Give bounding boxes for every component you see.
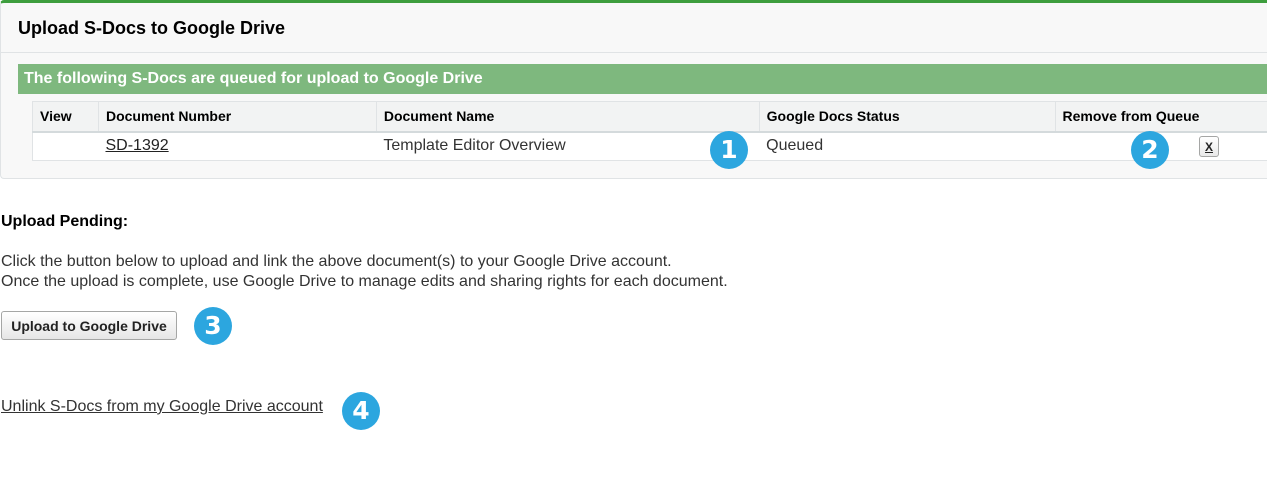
upload-pending-title: Upload Pending: bbox=[1, 213, 129, 230]
callout-badge-4: 4 bbox=[342, 392, 380, 430]
panel-header: Upload S-Docs to Google Drive bbox=[1, 3, 1267, 53]
column-header-view: View bbox=[32, 101, 99, 133]
instructions-line-1: Click the button below to upload and lin… bbox=[1, 253, 672, 270]
upload-instructions: Click the button below to upload and lin… bbox=[1, 252, 728, 292]
column-header-document-number: Document Number bbox=[97, 101, 377, 133]
table-row: SD-1392 Template Editor Overview Queued … bbox=[33, 132, 1267, 161]
remove-from-queue-button[interactable]: X bbox=[1199, 135, 1219, 157]
document-number-link[interactable]: SD-1392 bbox=[105, 137, 168, 154]
column-header-google-docs-status: Google Docs Status bbox=[758, 101, 1055, 133]
status-cell: Queued bbox=[766, 137, 824, 155]
page-title: Upload S-Docs to Google Drive bbox=[18, 18, 286, 38]
instructions-line-2: Once the upload is complete, use Google … bbox=[1, 273, 728, 290]
document-name-cell: Template Editor Overview bbox=[383, 137, 566, 155]
callout-badge-2: 2 bbox=[1131, 131, 1169, 169]
column-header-remove-from-queue: Remove from Queue bbox=[1054, 101, 1267, 133]
callout-badge-3: 3 bbox=[194, 307, 232, 345]
queue-section-header: The following S-Docs are queued for uplo… bbox=[18, 64, 1267, 94]
view-cell bbox=[33, 132, 99, 161]
callout-badge-1: 1 bbox=[710, 131, 748, 169]
table-header-row: View Document Number Document Name Googl… bbox=[32, 101, 1267, 133]
queued-documents-table: View Document Number Document Name Googl… bbox=[32, 101, 1267, 161]
document-number-cell: SD-1392 bbox=[98, 132, 376, 161]
unlink-google-drive-link[interactable]: Unlink S-Docs from my Google Drive accou… bbox=[1, 398, 323, 416]
column-header-document-name: Document Name bbox=[375, 101, 760, 133]
upload-to-google-drive-button[interactable]: Upload to Google Drive bbox=[1, 311, 177, 340]
